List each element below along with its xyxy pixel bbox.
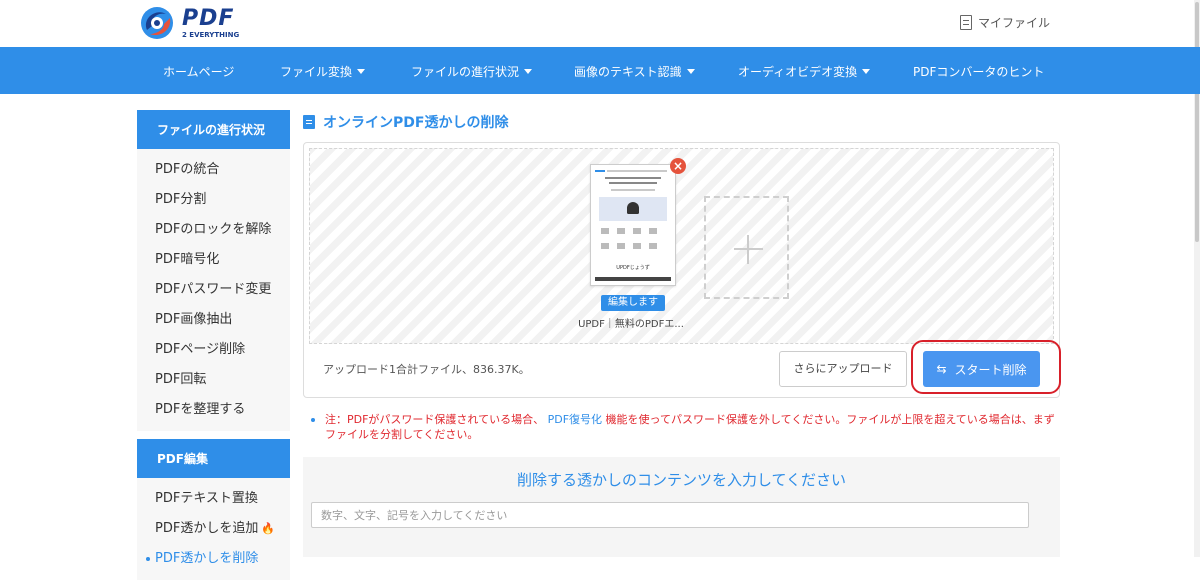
top-header: PDF 2 EVERYTHING マイファイル bbox=[0, 0, 1200, 47]
add-file-button[interactable] bbox=[704, 196, 789, 299]
page-title-text: オンラインPDF透かしの削除 bbox=[323, 115, 509, 131]
scrollbar-thumb[interactable] bbox=[1195, 2, 1199, 242]
chevron-down-icon bbox=[686, 69, 695, 74]
notice-prefix: 注：PDFがパスワード保護されている場合、 bbox=[325, 413, 545, 426]
nav-tips-label: PDFコンバータのヒント bbox=[913, 65, 1045, 79]
watermark-text-input[interactable] bbox=[311, 502, 1029, 528]
bullet-icon bbox=[311, 418, 315, 422]
chevron-down-icon bbox=[524, 69, 533, 74]
sidebar-item-split[interactable]: PDF分割 bbox=[137, 185, 290, 215]
file-thumbnail[interactable]: UPDFじょうず bbox=[590, 164, 676, 286]
main-nav: ホームページ ファイル変換 ファイルの進行状況 画像のテキスト認識 オーディオビ… bbox=[0, 47, 1200, 94]
sidebar-item-unlock[interactable]: PDFのロックを解除 bbox=[137, 215, 290, 245]
file-dropzone[interactable]: UPDFじょうず × 編集します UPDF｜無料のPDFエ... bbox=[309, 148, 1054, 344]
chevron-down-icon bbox=[862, 69, 871, 74]
nav-av-convert[interactable]: オーディオビデオ変換 bbox=[738, 63, 871, 80]
document-icon bbox=[303, 115, 315, 129]
sidebar-section-list: PDFの統合 PDF分割 PDFのロックを解除 PDF暗号化 PDFパスワード変… bbox=[137, 149, 290, 431]
nav-ocr[interactable]: 画像のテキスト認識 bbox=[574, 63, 695, 80]
pdf-decrypt-link[interactable]: PDF復号化 bbox=[548, 413, 602, 426]
watermark-input-title: 削除する透かしのコンテンツを入力してください bbox=[516, 471, 847, 489]
logo-title: PDF bbox=[182, 5, 235, 31]
logo-mark-icon bbox=[138, 4, 176, 42]
sidebar-item-delete-pages[interactable]: PDFページ削除 bbox=[137, 335, 290, 365]
remove-file-button[interactable]: × bbox=[670, 158, 686, 174]
start-remove-button[interactable]: ⇆ スタート削除 bbox=[923, 351, 1040, 387]
nav-file-progress[interactable]: ファイルの進行状況 bbox=[411, 63, 533, 80]
nav-av-convert-label: オーディオビデオ変換 bbox=[738, 65, 858, 79]
sidebar-item-organize[interactable]: PDFを整理する bbox=[137, 395, 290, 425]
fire-icon: 🔥 bbox=[261, 522, 276, 535]
start-remove-label: スタート削除 bbox=[954, 362, 1027, 377]
nav-ocr-label: 画像のテキスト認識 bbox=[574, 65, 682, 79]
sidebar-item-remove-watermark[interactable]: PDF透かしを削除 bbox=[137, 544, 290, 574]
brand-logo[interactable]: PDF 2 EVERYTHING bbox=[138, 4, 239, 42]
plus-icon-stroke bbox=[747, 235, 749, 264]
nav-home[interactable]: ホームページ bbox=[163, 63, 234, 80]
upload-more-button[interactable]: さらにアップロード bbox=[779, 351, 907, 387]
sidebar-item-label: PDF透かしを追加 bbox=[155, 521, 259, 536]
sidebar-item-encrypt[interactable]: PDF暗号化 bbox=[137, 245, 290, 275]
sidebar-item-add-watermark[interactable]: PDF透かしを追加 🔥 bbox=[137, 514, 290, 544]
upload-summary: アップロード1合計ファイル、836.37K。 bbox=[323, 363, 530, 376]
file-name: UPDF｜無料のPDFエ... bbox=[578, 319, 684, 330]
sidebar-section-title: PDF編集 bbox=[137, 439, 290, 478]
nav-file-convert[interactable]: ファイル変換 bbox=[280, 63, 366, 80]
main-content: オンラインPDF透かしの削除 UPDFじょうず × 編集します UPDF｜無料の… bbox=[303, 110, 1061, 557]
sidebar-item-merge[interactable]: PDFの統合 bbox=[137, 155, 290, 185]
sidebar-item-change-password[interactable]: PDFパスワード変更 bbox=[137, 275, 290, 305]
nav-tips[interactable]: PDFコンバータのヒント bbox=[913, 63, 1044, 80]
sidebar-item-rotate[interactable]: PDF回転 bbox=[137, 365, 290, 395]
upload-panel: UPDFじょうず × 編集します UPDF｜無料のPDFエ... アップロード1… bbox=[303, 142, 1061, 398]
sidebar-section-list: PDFテキスト置換 PDF透かしを追加 🔥 PDF透かしを削除 bbox=[137, 478, 290, 580]
my-files-label: マイファイル bbox=[978, 16, 1051, 30]
sidebar-item-replace-text[interactable]: PDFテキスト置換 bbox=[137, 484, 290, 514]
chevron-down-icon bbox=[357, 69, 366, 74]
page-title: オンラインPDF透かしの削除 bbox=[303, 110, 1060, 134]
sidebar: ファイルの進行状況 PDFの統合 PDF分割 PDFのロックを解除 PDF暗号化… bbox=[137, 110, 290, 580]
logo-subtitle: 2 EVERYTHING bbox=[182, 30, 240, 39]
thumbnail-caption: UPDFじょうず bbox=[616, 265, 650, 271]
watermark-input-section: 削除する透かしのコンテンツを入力してください bbox=[303, 457, 1060, 557]
sidebar-item-extract-images[interactable]: PDF画像抽出 bbox=[137, 305, 290, 335]
my-files-link[interactable]: マイファイル bbox=[960, 14, 1050, 31]
swap-arrows-icon: ⇆ bbox=[936, 362, 947, 376]
notice-text: 注：PDFがパスワード保護されている場合、 PDF復号化 機能を使ってパスワード… bbox=[303, 412, 1060, 442]
nav-home-label: ホームページ bbox=[163, 65, 235, 79]
sidebar-section-title: ファイルの進行状況 bbox=[137, 110, 290, 149]
nav-file-convert-label: ファイル変換 bbox=[280, 65, 353, 79]
nav-file-progress-label: ファイルの進行状況 bbox=[411, 65, 520, 79]
edit-file-button[interactable]: 編集します bbox=[601, 295, 665, 311]
document-icon bbox=[960, 15, 972, 30]
